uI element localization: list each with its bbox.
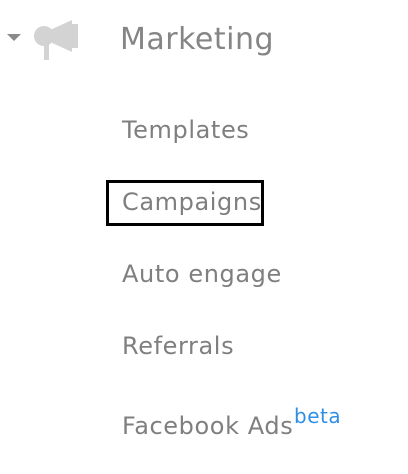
section-title-marketing[interactable]: Marketing [120, 20, 274, 60]
menu-item-referrals[interactable]: Referrals [122, 330, 234, 362]
megaphone-icon [34, 20, 78, 60]
marketing-section-header[interactable]: Marketing [0, 0, 408, 80]
caret-down-icon[interactable] [7, 34, 21, 41]
marketing-menu: Marketing Templates Campaigns Auto engag… [0, 0, 408, 474]
menu-item-campaigns[interactable]: Campaigns [122, 186, 262, 218]
menu-item-facebook-ads[interactable]: Facebook Ads [122, 410, 293, 442]
beta-badge: beta [294, 404, 342, 428]
menu-item-auto-engage[interactable]: Auto engage [122, 258, 282, 290]
menu-item-templates[interactable]: Templates [122, 114, 249, 146]
